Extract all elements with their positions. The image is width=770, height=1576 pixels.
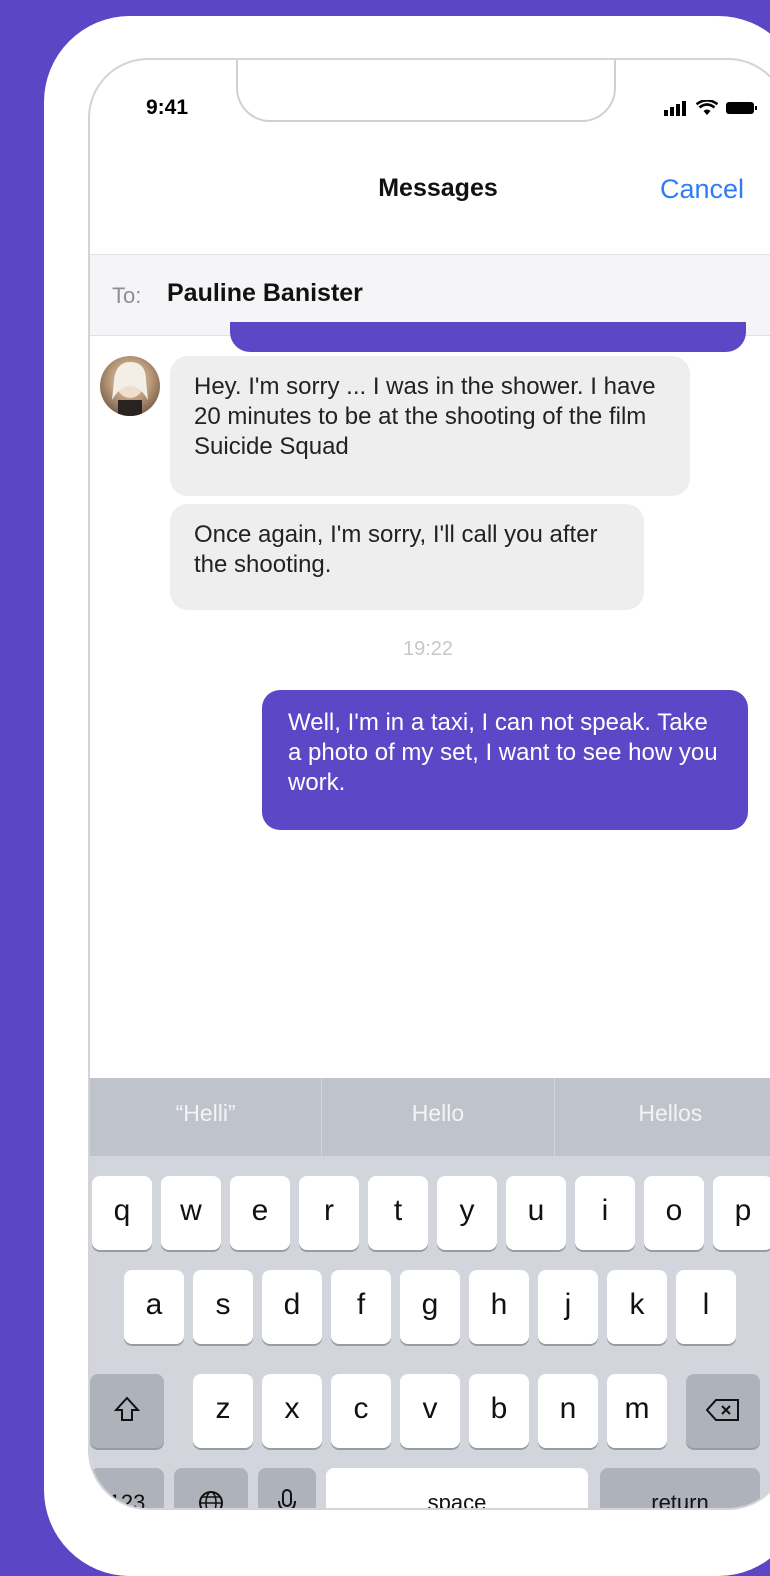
- suggestion-bar: “Helli” Hello Hellos: [90, 1078, 770, 1156]
- incoming-message-bubble[interactable]: Hey. I'm sorry ... I was in the shower. …: [170, 356, 690, 496]
- key-n[interactable]: n: [538, 1374, 598, 1448]
- backspace-icon: [705, 1399, 739, 1421]
- key-u[interactable]: u: [506, 1176, 566, 1250]
- return-key[interactable]: return: [600, 1468, 760, 1508]
- microphone-icon: [278, 1489, 296, 1508]
- signal-icon: [664, 101, 686, 116]
- recipient-name[interactable]: Pauline Banister: [167, 279, 363, 308]
- key-e[interactable]: e: [230, 1176, 290, 1250]
- key-l[interactable]: l: [676, 1270, 736, 1344]
- key-y[interactable]: y: [437, 1176, 497, 1250]
- keyboard: “Helli” Hello Hellos q w e r t y u i o p…: [90, 1078, 770, 1508]
- shift-key[interactable]: [90, 1374, 164, 1448]
- key-p[interactable]: p: [713, 1176, 770, 1250]
- key-i[interactable]: i: [575, 1176, 635, 1250]
- message-timestamp: 19:22: [402, 638, 454, 660]
- key-f[interactable]: f: [331, 1270, 391, 1344]
- globe-icon: [199, 1491, 223, 1508]
- key-b[interactable]: b: [469, 1374, 529, 1448]
- backspace-key[interactable]: [686, 1374, 760, 1448]
- key-x[interactable]: x: [262, 1374, 322, 1448]
- key-a[interactable]: a: [124, 1270, 184, 1344]
- dictation-key[interactable]: [258, 1468, 316, 1508]
- phone-screen: 9:41 Messages Cancel To: Pauline Baniste…: [88, 58, 770, 1510]
- key-v[interactable]: v: [400, 1374, 460, 1448]
- status-time: 9:41: [146, 96, 189, 119]
- cancel-button[interactable]: Cancel: [660, 174, 744, 205]
- key-q[interactable]: q: [92, 1176, 152, 1250]
- previous-outgoing-bubble: [230, 322, 746, 352]
- status-icons: [664, 100, 758, 116]
- numbers-key[interactable]: 123: [90, 1468, 164, 1508]
- shift-icon: [113, 1396, 141, 1421]
- key-d[interactable]: d: [262, 1270, 322, 1344]
- suggestion-item[interactable]: Hellos: [555, 1078, 770, 1156]
- suggestion-item[interactable]: Hello: [322, 1078, 555, 1156]
- outgoing-message-bubble[interactable]: Well, I'm in a taxi, I can not speak. Ta…: [262, 690, 748, 830]
- phone-notch: [236, 60, 616, 122]
- key-h[interactable]: h: [469, 1270, 529, 1344]
- avatar-portrait-icon: [112, 362, 148, 416]
- globe-key[interactable]: [174, 1468, 248, 1508]
- wifi-icon: [696, 100, 718, 115]
- key-s[interactable]: s: [193, 1270, 253, 1344]
- battery-icon: [726, 102, 757, 114]
- avatar[interactable]: [100, 356, 160, 416]
- suggestion-item[interactable]: “Helli”: [90, 1078, 323, 1156]
- key-j[interactable]: j: [538, 1270, 598, 1344]
- key-o[interactable]: o: [644, 1176, 704, 1250]
- key-c[interactable]: c: [331, 1374, 391, 1448]
- key-m[interactable]: m: [607, 1374, 667, 1448]
- key-t[interactable]: t: [368, 1176, 428, 1250]
- key-g[interactable]: g: [400, 1270, 460, 1344]
- recipient-label: To:: [112, 283, 142, 308]
- space-key[interactable]: space: [326, 1468, 588, 1508]
- key-r[interactable]: r: [299, 1176, 359, 1250]
- key-w[interactable]: w: [161, 1176, 221, 1250]
- key-k[interactable]: k: [607, 1270, 667, 1344]
- key-z[interactable]: z: [193, 1374, 253, 1448]
- incoming-message-bubble[interactable]: Once again, I'm sorry, I'll call you aft…: [170, 504, 644, 610]
